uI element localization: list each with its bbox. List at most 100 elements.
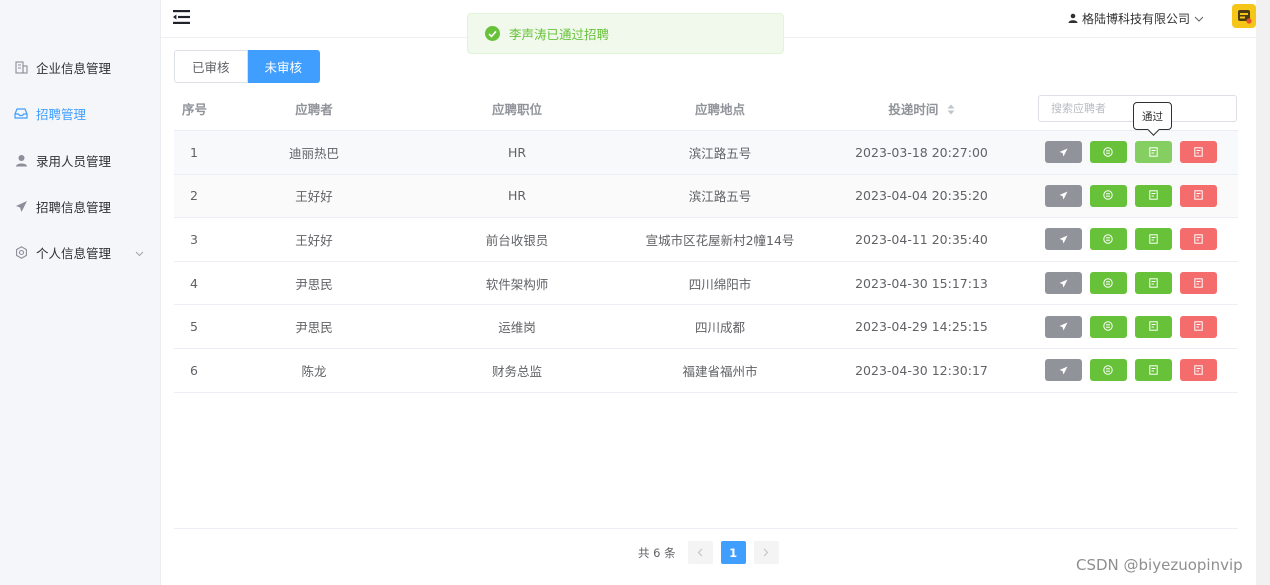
cell-location: 四川绵阳市: [688, 276, 752, 292]
detail-button[interactable]: [1089, 141, 1127, 164]
tab-reviewed[interactable]: 已审核: [174, 50, 248, 83]
send-button[interactable]: [1044, 359, 1082, 382]
sidebar-item-label: 企业信息管理: [36, 60, 112, 76]
row-actions: [1023, 228, 1238, 251]
chevron-down-icon: [1194, 12, 1204, 26]
reject-button[interactable]: [1179, 184, 1217, 207]
next-page-button[interactable]: [753, 541, 779, 564]
tab-unreviewed[interactable]: 未审核: [247, 50, 321, 83]
document-icon: [1193, 232, 1203, 247]
scrollbar[interactable]: [1256, 0, 1270, 585]
table-row[interactable]: 1 迪丽热巴 HR 滨江路五号 2023-03-18 20:27:00: [174, 131, 1238, 175]
document-icon: [1148, 276, 1158, 291]
cell-name: 王好好: [295, 189, 333, 205]
company-dropdown[interactable]: 格陆博科技有限公司: [1068, 10, 1204, 27]
table-row[interactable]: 4 尹思民 软件架构师 四川绵阳市 2023-04-30 15:17:13: [174, 262, 1238, 306]
table-row[interactable]: 5 尹思民 运维岗 四川成都 2023-04-29 14:25:15: [174, 305, 1238, 349]
cell-position: 运维岗: [498, 320, 536, 336]
cell-location: 滨江路五号: [688, 189, 752, 205]
reject-button[interactable]: [1179, 315, 1217, 338]
user-icon: [1068, 12, 1078, 26]
approve-button[interactable]: [1134, 228, 1172, 251]
cell-no: 5: [190, 319, 198, 335]
reject-button[interactable]: [1179, 272, 1217, 295]
gear-icon: [14, 245, 28, 259]
review-tabs: 已审核 未审核: [174, 50, 321, 83]
cell-location: 滨江路五号: [688, 145, 752, 161]
send-button[interactable]: [1044, 228, 1082, 251]
sidebar-item-recruitment-info[interactable]: 招聘信息管理: [0, 186, 160, 226]
reject-button[interactable]: [1179, 141, 1217, 164]
list-icon: [1103, 319, 1113, 334]
cell-position: 前台收银员: [485, 232, 549, 248]
row-actions: [1023, 359, 1238, 382]
applicant-table: 序号 应聘者 应聘职位 应聘地点 投递时间 1 迪丽热巴 HR 滨江路五号 2023-0…: [174, 87, 1238, 393]
approve-button[interactable]: [1134, 184, 1172, 207]
cell-location: 福建省福州市: [682, 363, 758, 379]
toast-message: 李声涛已通过招聘: [509, 27, 610, 42]
send-button[interactable]: [1044, 184, 1082, 207]
cell-no: 4: [190, 275, 198, 291]
page-number[interactable]: 1: [720, 541, 746, 564]
table-row[interactable]: 3 王好好 前台收银员 宣城市区花屋新村2幢14号 2023-04-11 20:35:4…: [174, 218, 1238, 262]
table-row[interactable]: 6 陈龙 财务总监 福建省福州市 2023-04-30 12:30:17: [174, 349, 1238, 393]
cell-time: 2023-04-29 14:25:15: [855, 319, 988, 335]
document-icon: [1193, 319, 1203, 334]
detail-button[interactable]: [1089, 359, 1127, 382]
list-icon: [1103, 145, 1113, 160]
sidebar-item-personal-info[interactable]: 个人信息管理: [0, 232, 160, 272]
watermark: CSDN @biyezuopinvip: [1076, 556, 1243, 574]
sidebar: 企业信息管理 招聘管理 录用人员管理 招聘信息管理 个人信息管理: [0, 0, 161, 585]
success-toast: 李声涛已通过招聘: [467, 13, 784, 54]
detail-button[interactable]: [1089, 228, 1127, 251]
approve-tooltip: 通过: [1133, 102, 1172, 130]
sort-icon[interactable]: [947, 103, 955, 118]
approve-button[interactable]: [1134, 141, 1172, 164]
detail-button[interactable]: [1089, 315, 1127, 338]
cell-time: 2023-04-04 20:35:20: [855, 188, 988, 204]
send-icon: [1059, 232, 1068, 247]
send-button[interactable]: [1044, 141, 1082, 164]
document-icon: [1148, 363, 1158, 378]
document-icon: [1193, 276, 1203, 291]
reject-button[interactable]: [1179, 228, 1217, 251]
table-row[interactable]: 2 王好好 HR 滨江路五号 2023-04-04 20:35:20: [174, 174, 1238, 219]
document-icon: [1148, 232, 1158, 247]
header-name: 应聘者: [295, 102, 333, 117]
menu-toggle-icon[interactable]: [173, 9, 193, 27]
send-icon: [14, 199, 28, 213]
send-button[interactable]: [1044, 272, 1082, 295]
approve-button[interactable]: [1134, 359, 1172, 382]
cell-position: HR: [507, 188, 527, 204]
send-button[interactable]: [1044, 315, 1082, 338]
detail-button[interactable]: [1089, 272, 1127, 295]
sidebar-item-recruitment[interactable]: 招聘管理: [0, 93, 160, 133]
sidebar-item-company-info[interactable]: 企业信息管理: [0, 47, 160, 87]
pagination: 共 6 条 1: [638, 541, 779, 564]
detail-button[interactable]: [1089, 184, 1127, 207]
document-icon: [1193, 188, 1203, 203]
header-time[interactable]: 投递时间: [820, 99, 1023, 118]
reject-button[interactable]: [1179, 359, 1217, 382]
document-icon: [1193, 363, 1203, 378]
user-icon: [14, 153, 28, 167]
prev-page-button[interactable]: [687, 541, 713, 564]
inbox-icon: [14, 106, 28, 120]
sidebar-item-label: 招聘管理: [36, 106, 87, 122]
avatar[interactable]: [1232, 4, 1256, 28]
sidebar-item-hired-staff[interactable]: 录用人员管理: [0, 140, 160, 180]
approve-button[interactable]: [1134, 315, 1172, 338]
document-icon: [1148, 319, 1158, 334]
row-actions: [1023, 272, 1238, 295]
document-icon: [1148, 145, 1158, 160]
cell-no: 2: [190, 188, 198, 204]
approve-button[interactable]: [1134, 272, 1172, 295]
send-icon: [1059, 145, 1068, 160]
chevron-down-icon: [135, 245, 144, 260]
building-icon: [14, 60, 28, 74]
header-location: 应聘地点: [694, 102, 745, 117]
cell-location: 宣城市区花屋新村2幢14号: [645, 232, 795, 248]
check-circle-icon: [485, 26, 500, 41]
sidebar-item-label: 个人信息管理: [36, 245, 112, 261]
document-icon: [1148, 188, 1158, 203]
